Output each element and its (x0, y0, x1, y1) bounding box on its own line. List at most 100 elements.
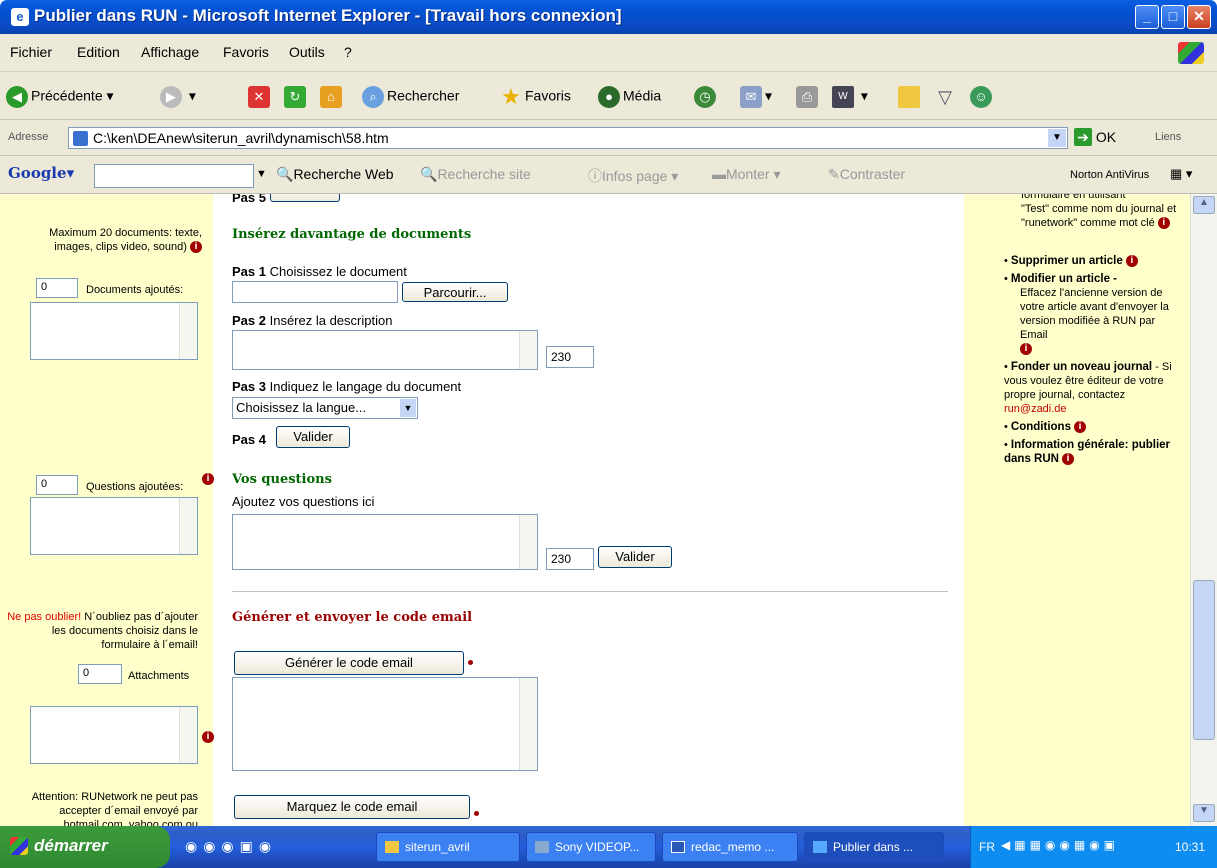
step2-label: Pas 2 Insérez la description (232, 313, 393, 328)
site-search-button[interactable]: 🔍Recherche site (420, 166, 531, 183)
messenger-button[interactable]: ☺ (970, 86, 995, 108)
info-icon[interactable]: i (1157, 217, 1170, 230)
address-bar: Adresse C:\ken\DEAnew\siterun_avril\dyna… (0, 120, 1217, 156)
vertical-scrollbar[interactable]: ▲ ▼ (1190, 194, 1217, 826)
info-icon[interactable]: i (1020, 343, 1032, 356)
document-file-input[interactable] (232, 281, 398, 303)
attachments-label: Attachments (128, 670, 190, 682)
maximize-button[interactable]: □ (1161, 5, 1185, 29)
list-item[interactable]: • Fonder un noveau journal - Si vous vou… (1004, 360, 1182, 416)
start-button[interactable]: démarrer (0, 826, 170, 868)
refresh-button[interactable]: ↻ (284, 86, 309, 108)
validate-question-button[interactable]: Valider (598, 546, 672, 568)
language-indicator[interactable]: FR (979, 840, 995, 854)
stop-icon: ✕ (248, 86, 270, 108)
validate-partial-button[interactable] (269, 194, 340, 202)
step1-label: Pas 1 Choisissez le document (232, 264, 407, 279)
list-item[interactable]: • Information générale: publier dans RUN… (1004, 438, 1182, 466)
attachments-textarea[interactable] (30, 706, 198, 764)
up-button[interactable]: ▬Monter ▾ (712, 166, 781, 183)
back-button[interactable]: ◀ Précédente ▾ (6, 86, 114, 108)
mail-button[interactable]: ✉ ▾ (740, 86, 772, 108)
questions-list-textarea[interactable] (30, 497, 198, 555)
scroll-up-icon[interactable]: ▲ (1193, 196, 1215, 214)
web-search-button[interactable]: 🔍Recherche Web (276, 166, 394, 183)
toolbar: ◀ Précédente ▾ ▶ ▾ ✕ ↻ ⌂ ⌕ Rechercher ★ Fav… (0, 72, 1217, 120)
task-sony[interactable]: Sony VIDEOP... (526, 832, 656, 862)
scroll-down-icon[interactable]: ▼ (1193, 804, 1215, 822)
menu-fichier[interactable]: Fichier (10, 44, 52, 60)
required-dot-icon (474, 811, 479, 816)
favorites-button[interactable]: ★ Favoris (500, 86, 571, 108)
minimize-button[interactable]: _ (1135, 5, 1159, 29)
media-icon: ● (598, 86, 620, 108)
info-icon[interactable]: i (202, 473, 214, 485)
docs-list-textarea[interactable] (30, 302, 198, 360)
page-content: Maximum 20 documents: texte, images, cli… (0, 194, 1190, 826)
info-icon[interactable]: i (1062, 453, 1075, 466)
validate-doc-button[interactable]: Valider (276, 426, 350, 448)
search-button[interactable]: ⌕ Rechercher (362, 86, 459, 108)
page-icon (73, 131, 88, 146)
address-dropdown-icon[interactable]: ▼ (1048, 129, 1066, 147)
edit-button[interactable]: W ▾ (832, 86, 868, 108)
print-button[interactable]: ⎙ (796, 86, 821, 108)
task-publier[interactable]: Publier dans ... (804, 832, 944, 862)
list-item[interactable]: • Modifier un article - Effacez l'ancienn… (1004, 272, 1182, 356)
page-info-button[interactable]: ⓘInfos page ▾ (588, 166, 678, 186)
attachments-count-field[interactable]: 0 (78, 664, 122, 684)
discuss-button[interactable] (898, 86, 923, 108)
google-search-input[interactable] (94, 164, 254, 188)
description-textarea[interactable] (232, 330, 538, 370)
close-button[interactable]: ✕ (1187, 5, 1211, 29)
ie-icon: e (11, 8, 29, 26)
divider (232, 591, 948, 592)
google-logo[interactable]: Google▾ (8, 164, 74, 182)
questions-count-field[interactable]: 0 (36, 475, 78, 495)
questions-textarea[interactable] (232, 514, 538, 570)
home-button[interactable]: ⌂ (320, 86, 345, 108)
contact-email-link[interactable]: run@zadi.de (1004, 403, 1067, 415)
generate-heading: Générer et envoyer le code email (232, 610, 473, 625)
forward-button[interactable]: ▶ ▾ (160, 86, 196, 108)
home-icon: ⌂ (320, 86, 342, 108)
links-label[interactable]: Liens (1155, 131, 1181, 143)
task-redac[interactable]: redac_memo ... (662, 832, 798, 862)
questions-count-label: Questions ajoutées: (86, 481, 184, 493)
history-button[interactable]: ◷ (694, 86, 719, 108)
quick-launch[interactable]: ◉◉◉▣◉ (185, 838, 277, 855)
menu-outils[interactable]: Outils (289, 44, 325, 60)
research-button[interactable]: ▽ (934, 86, 959, 108)
menu-edition[interactable]: Edition (77, 44, 120, 60)
email-code-textarea[interactable] (232, 677, 538, 771)
tray-icons[interactable]: ◀▦▦◉◉▦◉▣ (1001, 838, 1119, 852)
forward-arrow-icon: ▶ (160, 86, 182, 108)
docs-count-field[interactable]: 0 (36, 278, 78, 298)
generate-email-button[interactable]: Générer le code email (234, 651, 464, 675)
go-button[interactable]: ➔ OK (1074, 128, 1116, 146)
menu-affichage[interactable]: Affichage (141, 44, 199, 60)
info-icon[interactable]: i (1074, 421, 1087, 434)
menu-help[interactable]: ? (344, 44, 352, 60)
info-icon[interactable]: i (190, 241, 202, 254)
top-partial-step: Pas 5 (232, 194, 340, 205)
left-pane: Maximum 20 documents: texte, images, cli… (0, 194, 214, 826)
media-button[interactable]: ● Média (598, 86, 661, 108)
google-dropdown-icon[interactable]: ▼ (256, 168, 267, 180)
stop-button[interactable]: ✕ (248, 86, 273, 108)
browse-button[interactable]: Parcourir... (402, 282, 508, 302)
language-select[interactable]: Choisissez la langue... ▼ (232, 397, 418, 419)
scroll-thumb[interactable] (1193, 580, 1215, 740)
list-item[interactable]: • Supprimer un article i (1004, 254, 1182, 268)
clock: 10:31 (1175, 840, 1206, 854)
task-siterun[interactable]: siterun_avril (376, 832, 520, 862)
address-input[interactable]: C:\ken\DEAnew\siterun_avril\dynamisch\58… (68, 127, 1068, 149)
contrast-button[interactable]: ✎Contraster (828, 166, 905, 183)
info-icon[interactable]: i (202, 731, 214, 743)
list-item[interactable]: • Conditions i (1004, 420, 1182, 434)
norton-icon[interactable]: ▦ ▾ (1170, 166, 1192, 182)
norton-label[interactable]: Norton AntiVirus (1070, 169, 1149, 181)
mark-email-button[interactable]: Marquez le code email (234, 795, 470, 819)
info-icon[interactable]: i (1125, 255, 1138, 268)
menu-favoris[interactable]: Favoris (223, 44, 269, 60)
